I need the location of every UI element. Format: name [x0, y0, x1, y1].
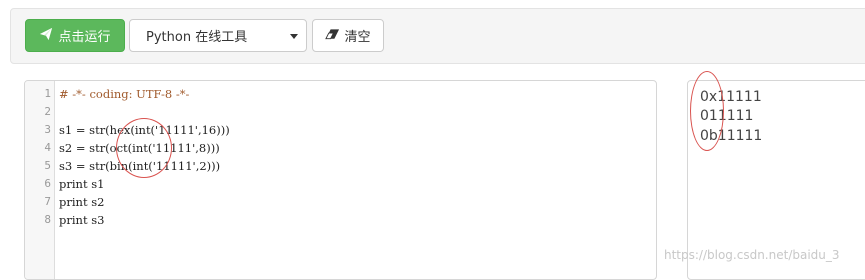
run-button-label: 点击运行 [58, 30, 111, 45]
code-text: s3 = str(bin(int('11111',2))) [59, 159, 221, 173]
language-select-value: Python 在线工具 [146, 30, 248, 45]
send-icon [39, 27, 53, 45]
code-line: 7 print s2 [25, 193, 656, 211]
line-number: 5 [44, 159, 51, 172]
code-text: # -*- coding: UTF-8 -*- [59, 87, 190, 101]
line-number: 4 [44, 141, 51, 154]
output-line: 0b11111 [700, 128, 763, 144]
code-area[interactable]: 1 # -*- coding: UTF-8 -*- 2 3 s1 = str(h… [25, 85, 656, 229]
code-editor[interactable]: 1 # -*- coding: UTF-8 -*- 2 3 s1 = str(h… [24, 80, 657, 280]
code-text: s2 = str(oct(int('11111',8))) [59, 141, 220, 155]
code-text: print s3 [59, 213, 105, 227]
language-select[interactable]: Python 在线工具 [129, 19, 307, 52]
line-number: 8 [44, 213, 51, 226]
clear-button[interactable]: 清空 [312, 19, 384, 52]
line-number: 1 [44, 87, 51, 100]
code-line: 4 s2 = str(oct(int('11111',8))) [25, 139, 656, 157]
code-text: s1 = str(hex(int('11111',16))) [59, 123, 230, 137]
toolbar: 点击运行 Python 在线工具 清空 [10, 8, 865, 64]
line-number: 6 [44, 177, 51, 190]
run-button[interactable]: 点击运行 [25, 19, 125, 52]
chevron-down-icon [290, 34, 298, 39]
code-line: 5 s3 = str(bin(int('11111',2))) [25, 157, 656, 175]
clear-button-label: 清空 [344, 30, 371, 45]
code-text: print s1 [59, 177, 105, 191]
line-number: 7 [44, 195, 51, 208]
watermark: https://blog.csdn.net/baidu_3 [664, 248, 840, 262]
line-number: 3 [44, 123, 51, 136]
code-line: 8 print s3 [25, 211, 656, 229]
eraser-icon [325, 28, 340, 44]
output-line: 0x11111 [700, 89, 762, 105]
line-number: 2 [44, 105, 51, 118]
code-line: 2 [25, 103, 656, 121]
code-text: print s2 [59, 195, 105, 209]
output-line: 011111 [700, 108, 754, 124]
code-line: 3 s1 = str(hex(int('11111',16))) [25, 121, 656, 139]
code-line: 1 # -*- coding: UTF-8 -*- [25, 85, 656, 103]
code-line: 6 print s1 [25, 175, 656, 193]
